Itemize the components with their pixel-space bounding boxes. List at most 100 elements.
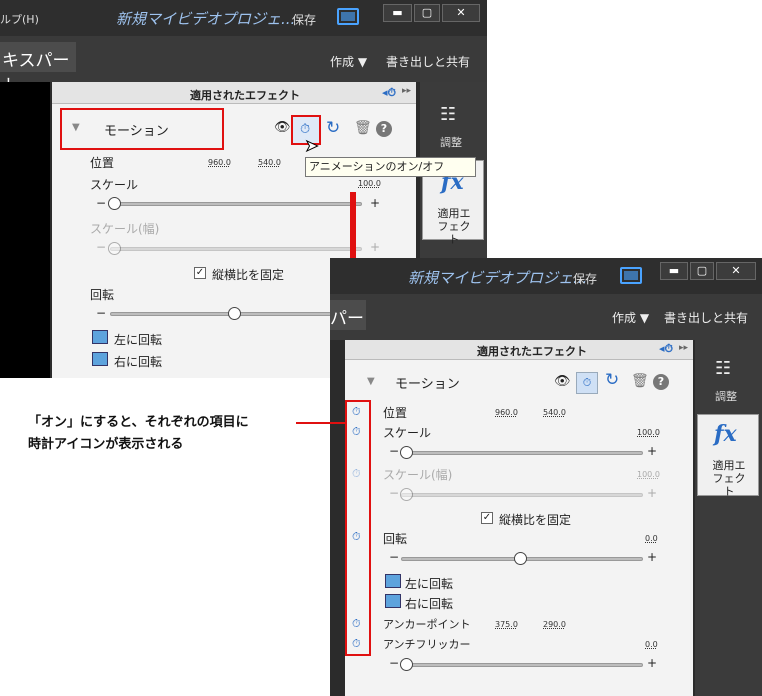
front-motion-collapse-icon[interactable]: ▼ [367,376,375,387]
front-maximize-button[interactable]: ▢ [690,262,714,280]
back-rotate-right-icon[interactable] [92,352,108,366]
back-rotation-knob[interactable] [228,307,241,320]
back-monitor-icon[interactable] [337,8,359,25]
front-anchor-y[interactable]: 290.0 [543,620,566,629]
front-animation-toggle-icon[interactable]: ⏱ [576,372,598,394]
front-aspect-checkbox[interactable]: ✓ [481,512,493,524]
front-anchor-x[interactable]: 375.0 [495,620,518,629]
front-adjust-tab[interactable]: ☷ 調整 [695,352,762,410]
front-window-title: 新規マイビデオプロジェ... [408,269,588,287]
front-effects-panel: 適用されたエフェクト ◂⏱ ▸▸ ▼ モーション 👁 ⏱ ↻ 🗑 ? ⏱ ⏱ ⏱… [345,340,693,696]
back-scale-width-minus: − [96,240,107,254]
front-position-x[interactable]: 960.0 [495,408,518,417]
back-motion-label: モーション [104,124,169,139]
front-rotation-stopwatch-icon[interactable]: ⏱ [352,530,361,544]
back-cursor-icon: ➤ [304,136,319,156]
front-applied-fx-tab[interactable]: fx 適用エ フェクト [697,414,759,498]
front-antiflicker-knob[interactable] [400,658,413,671]
front-mode-tab[interactable]: パー [330,300,366,330]
front-position-label: 位置 [383,406,408,420]
back-scale-knob[interactable] [108,197,121,210]
front-monitor-icon[interactable] [620,267,642,284]
front-scale-slider[interactable] [401,451,643,455]
back-rotate-left-icon[interactable] [92,330,108,344]
front-toolbar: パー 作成 ▼ 書き出しと共有 [330,294,762,340]
back-scale-plus[interactable]: + [370,196,380,210]
front-export-menu[interactable]: 書き出しと共有 [664,309,748,326]
front-rotation-value[interactable]: 0.0 [645,534,658,543]
back-rotate-left-label[interactable]: 左に回転 [114,331,162,348]
front-anchor-label: アンカーポイント [383,618,471,631]
front-trash-icon[interactable]: 🗑 [631,373,649,389]
back-export-menu[interactable]: 書き出しと共有 [386,53,470,70]
back-header-stopwatch-icon[interactable]: ◂⏱ [382,86,396,100]
back-eye-icon[interactable]: 👁 [274,120,291,135]
back-scale-slider[interactable] [110,202,362,206]
back-motion-collapse-icon[interactable]: ▼ [72,122,80,133]
front-position-y[interactable]: 540.0 [543,408,566,417]
front-scale-minus[interactable]: − [389,444,399,458]
front-scale-stopwatch-icon[interactable]: ⏱ [352,425,361,439]
front-scale-plus[interactable]: + [647,444,657,458]
back-header-expand-icon[interactable]: ▸▸ [402,86,411,96]
front-rotate-right-label[interactable]: 右に回転 [405,595,453,612]
back-trash-icon[interactable]: 🗑 [354,120,372,136]
front-scale-width-value: 100.0 [637,470,660,479]
back-adjust-tab[interactable]: ☷ 調整 [420,98,487,156]
back-reset-icon[interactable]: ↻ [326,118,340,138]
front-rotation-knob[interactable] [514,552,527,565]
front-anchor-stopwatch-icon[interactable]: ⏱ [352,617,361,631]
front-save-button[interactable]: 保存 [573,270,597,287]
front-scale-knob[interactable] [400,446,413,459]
front-close-button[interactable]: ✕ [716,262,756,280]
back-scale-minus[interactable]: − [96,196,106,210]
front-rotation-plus[interactable]: + [647,550,657,564]
back-position-x[interactable]: 960.0 [208,158,231,167]
front-mode-tab-label: パー [330,309,364,329]
front-header-stopwatch-icon[interactable]: ◂⏱ [659,342,673,356]
front-rotate-left-label[interactable]: 左に回転 [405,575,453,592]
front-eye-icon[interactable]: 👁 [554,374,571,389]
back-scale-value[interactable]: 100.0 [358,179,381,188]
callout-text: 「オン」にすると、それぞれの項目に 時計アイコンが表示される [28,412,328,456]
front-reset-icon[interactable]: ↻ [605,370,619,390]
front-position-stopwatch-icon[interactable]: ⏱ [352,405,361,419]
front-aspect-label: 縦横比を固定 [499,513,572,527]
back-rotation-minus[interactable]: − [96,306,106,320]
back-position-y[interactable]: 540.0 [258,158,281,167]
front-rotate-right-icon[interactable] [385,594,401,608]
back-animation-toggle-icon[interactable]: ⏱ [300,122,310,137]
front-fx-icon: fx [714,421,737,447]
back-panel-header: 適用されたエフェクト ◂⏱ ▸▸ [52,82,416,104]
back-maximize-button[interactable]: ▢ [414,4,440,22]
front-rotate-left-icon[interactable] [385,574,401,588]
back-rotate-right-label[interactable]: 右に回転 [114,353,162,370]
front-create-menu[interactable]: 作成 ▼ [612,309,649,326]
front-header-expand-icon[interactable]: ▸▸ [679,343,688,353]
back-scale-width-label: スケール(幅) [90,222,160,236]
front-scale-value[interactable]: 100.0 [637,428,660,437]
back-menu-fragment[interactable]: ルプ(H) [0,11,39,27]
back-scale-width-plus: + [370,240,381,254]
back-mode-tab[interactable]: キスパート [0,42,76,96]
back-close-button[interactable]: ✕ [442,4,480,22]
back-minimize-button[interactable]: ▬ [383,4,412,22]
back-help-icon[interactable]: ? [376,121,392,137]
back-create-menu[interactable]: 作成 ▼ [330,53,367,70]
front-antiflicker-plus[interactable]: + [647,656,657,670]
back-save-button[interactable]: 保存 [292,11,316,28]
front-minimize-button[interactable]: ▬ [660,262,688,280]
front-antiflicker-slider[interactable] [401,663,643,667]
front-scale-width-plus: + [647,486,658,500]
front-antiflicker-stopwatch-icon[interactable]: ⏱ [352,637,361,651]
front-panel-title: 適用されたエフェクト [477,345,587,358]
front-motion-label: モーション [395,377,460,392]
front-scale-width-stopwatch-icon: ⏱ [352,467,361,480]
back-aspect-checkbox[interactable]: ✓ [194,267,206,279]
front-antiflicker-minus[interactable]: − [389,656,399,670]
front-panel-header: 適用されたエフェクト ◂⏱ ▸▸ [345,340,693,360]
front-help-icon[interactable]: ? [653,374,669,390]
front-rotation-minus[interactable]: − [389,550,399,564]
animation-tooltip-text: アニメーションのオン/オフ [309,160,445,173]
front-antiflicker-value[interactable]: 0.0 [645,640,658,649]
